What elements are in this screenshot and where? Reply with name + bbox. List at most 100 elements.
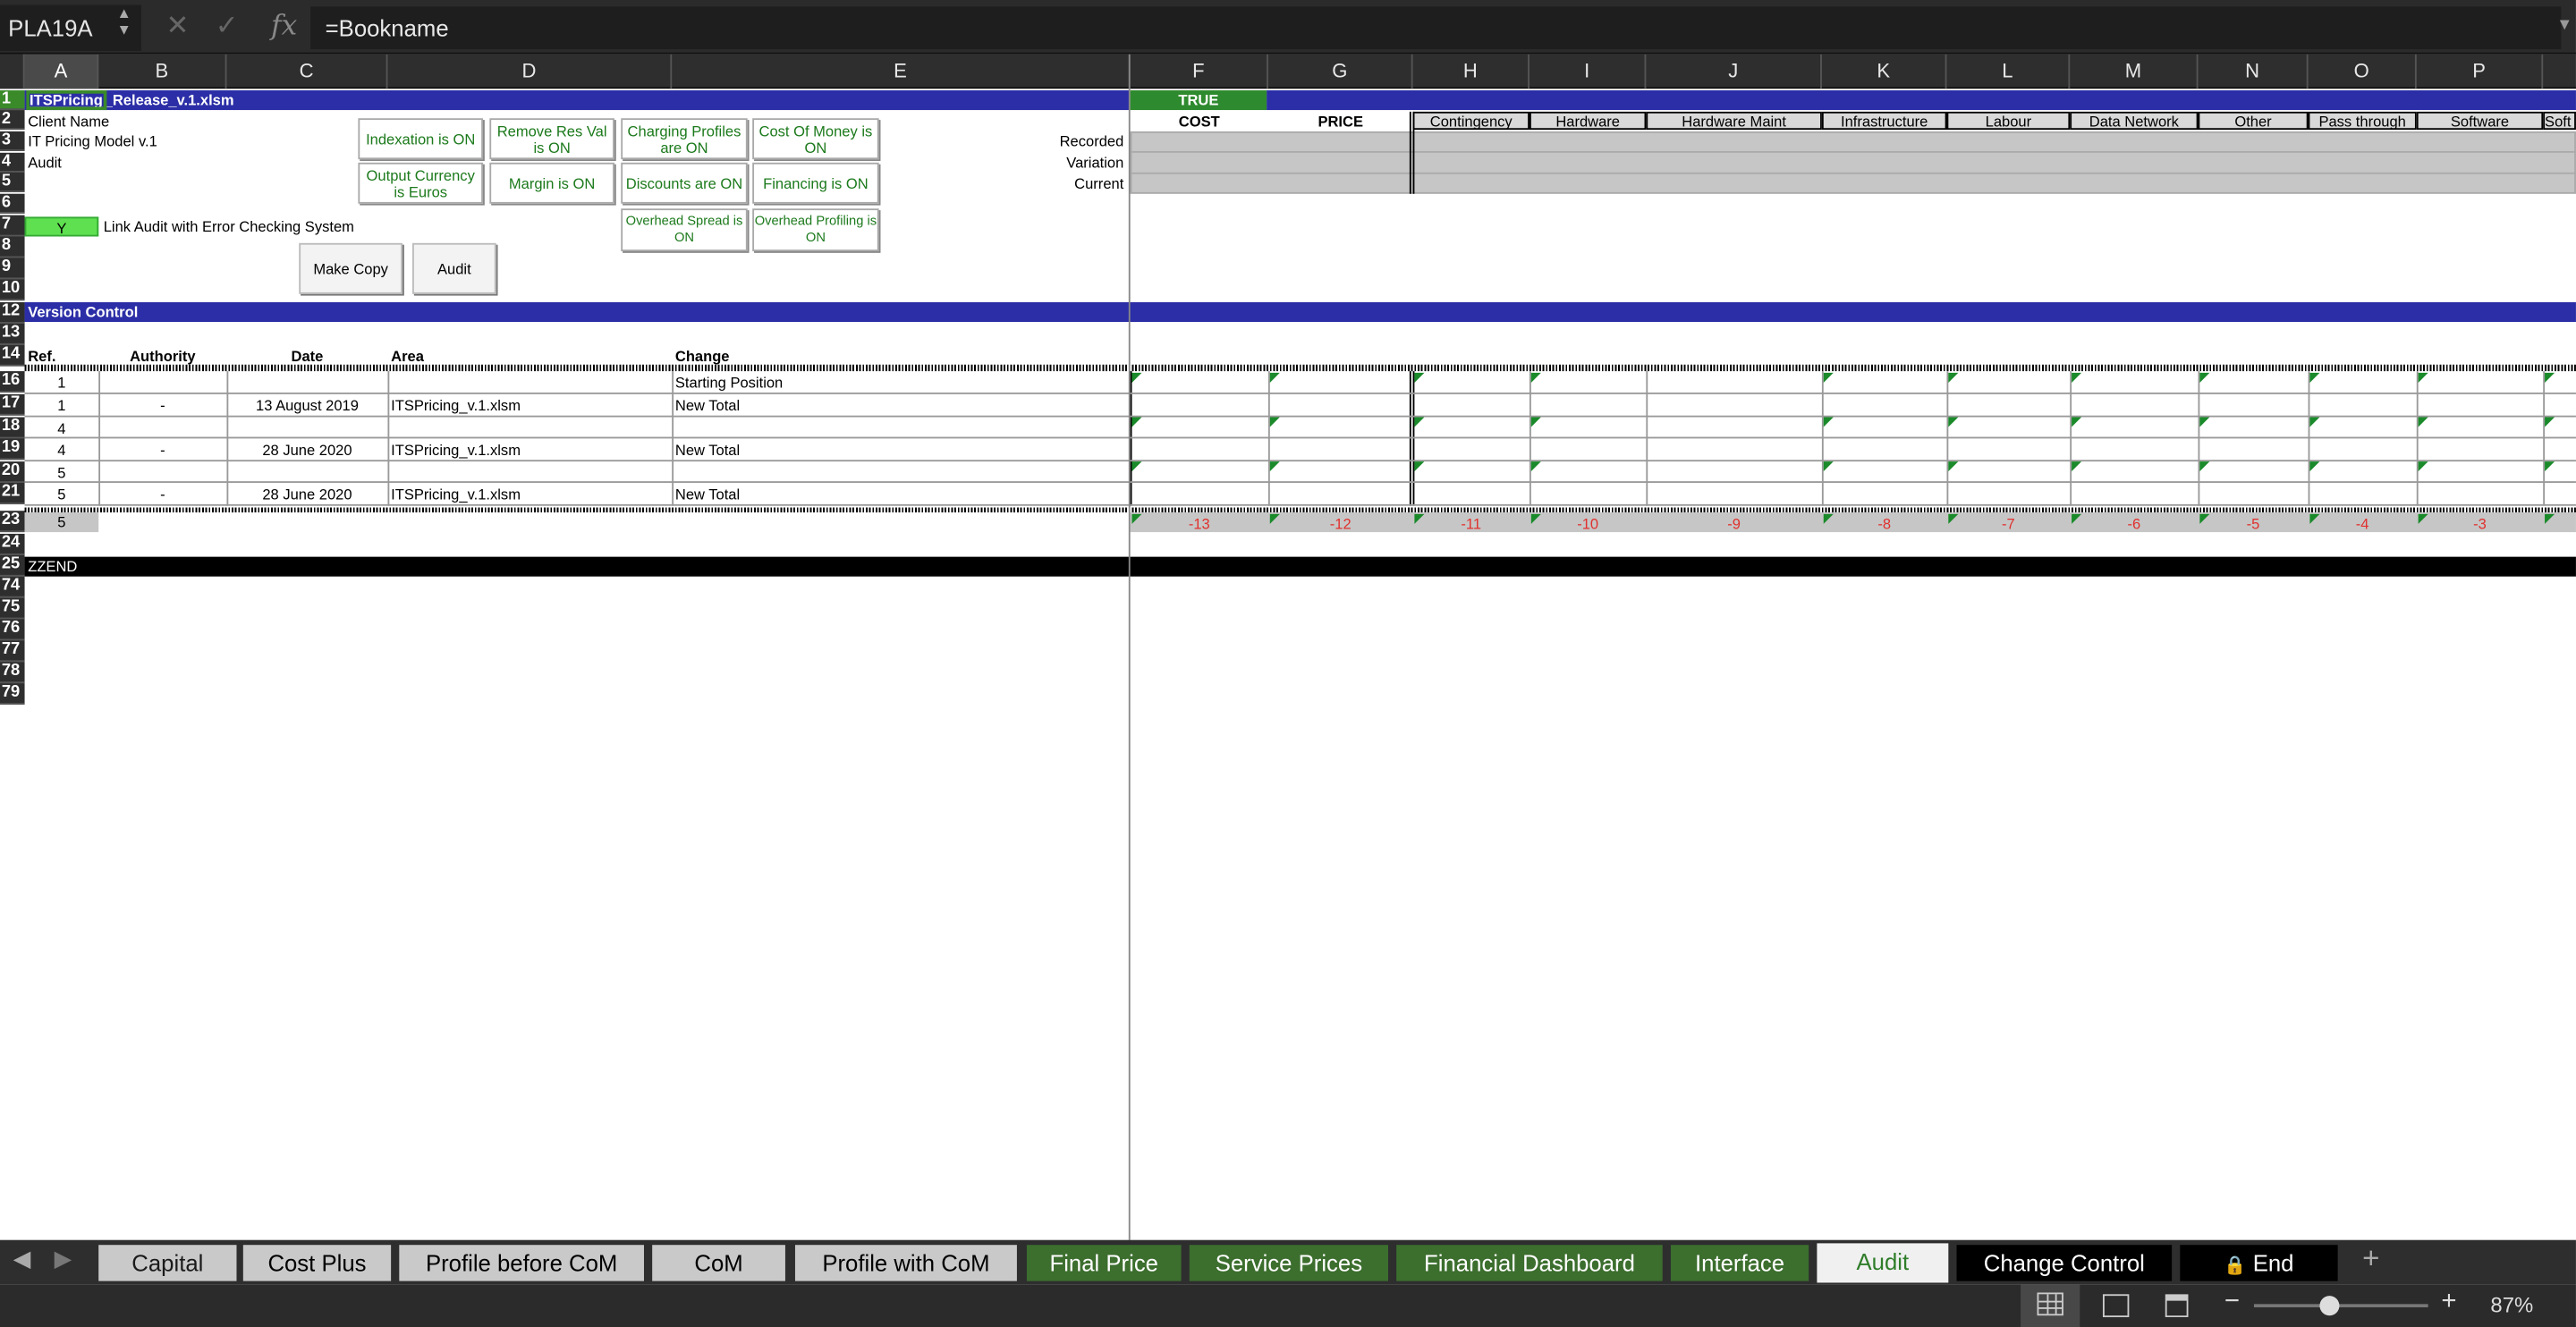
row-header[interactable]: 9	[0, 258, 25, 280]
true-flag-cell[interactable]: TRUE	[1130, 90, 1267, 111]
summary-values-block[interactable]	[1130, 131, 2576, 194]
row-header[interactable]: 75	[0, 597, 25, 620]
row-header[interactable]: 79	[0, 683, 25, 705]
column-header-a[interactable]: A	[24, 54, 99, 89]
tab-cost-plus[interactable]: Cost Plus	[242, 1245, 392, 1281]
zoom-slider[interactable]	[2253, 1296, 2428, 1316]
indexation-toggle-button[interactable]: Indexation is ON	[358, 118, 483, 160]
row-header[interactable]: 77	[0, 640, 25, 663]
row-header[interactable]: 3	[0, 131, 25, 151]
scroll-right-icon[interactable]: ▶	[55, 1245, 72, 1272]
offset-value[interactable]: -9	[1646, 516, 1822, 532]
vc-change[interactable]: New Total	[675, 485, 740, 504]
vc-ref[interactable]: 4	[25, 440, 99, 460]
row-header[interactable]: 4	[0, 152, 25, 173]
vc-ref[interactable]: 4	[25, 418, 99, 438]
row-header[interactable]: 7	[0, 215, 25, 237]
make-copy-button[interactable]: Make Copy	[299, 242, 402, 294]
tab-capital[interactable]: Capital	[98, 1245, 237, 1281]
offset-value[interactable]: -12	[1268, 516, 1413, 532]
row-header[interactable]: 8	[0, 236, 25, 258]
column-header-j[interactable]: J	[1646, 54, 1822, 89]
zoom-level[interactable]: 87%	[2490, 1292, 2533, 1317]
column-header-i[interactable]: I	[1530, 54, 1647, 89]
book-name-selected-cell[interactable]: ITSPricing	[26, 90, 106, 111]
column-header-q[interactable]	[2543, 55, 2576, 89]
name-box-stepper-icon[interactable]: ▲ ▼	[117, 5, 131, 38]
name-box[interactable]: PLA19A ▲ ▼	[0, 4, 141, 51]
offset-value[interactable]: -13	[1131, 516, 1268, 532]
audit-check-grid[interactable]	[1130, 371, 2576, 506]
vc-authority[interactable]: -	[98, 440, 226, 460]
row-header[interactable]: 17	[0, 393, 25, 416]
vc-date[interactable]: 28 June 2020	[226, 440, 387, 460]
column-header-p[interactable]: P	[2417, 54, 2544, 89]
remove-res-val-toggle-button[interactable]: Remove Res Val is ON	[489, 118, 614, 160]
model-name-cell[interactable]: IT Pricing Model v.1	[28, 131, 157, 151]
row-header[interactable]: 1	[0, 90, 25, 111]
scroll-left-icon[interactable]: ◀	[13, 1245, 31, 1272]
row-header[interactable]: 20	[0, 461, 25, 483]
financing-toggle-button[interactable]: Financing is ON	[752, 162, 879, 204]
audit-label-cell[interactable]: Audit	[28, 153, 62, 173]
cancel-icon[interactable]: ✕	[166, 10, 190, 43]
column-header-e[interactable]: E	[672, 54, 1131, 89]
offset-value[interactable]: -5	[2199, 516, 2309, 532]
vc-date[interactable]: 28 June 2020	[226, 485, 387, 504]
row-header[interactable]: 24	[0, 533, 25, 555]
tab-profile-with-com[interactable]: Profile with CoM	[794, 1245, 1017, 1281]
margin-toggle-button[interactable]: Margin is ON	[489, 162, 614, 204]
row-header[interactable]: 23	[0, 511, 25, 533]
column-header-g[interactable]: G	[1268, 54, 1413, 89]
charging-profiles-toggle-button[interactable]: Charging Profiles are ON	[621, 118, 748, 160]
column-header-d[interactable]: D	[387, 54, 673, 89]
column-header-c[interactable]: C	[226, 54, 388, 89]
expand-formula-icon[interactable]: ▼	[2556, 16, 2572, 34]
discounts-toggle-button[interactable]: Discounts are ON	[621, 162, 748, 204]
select-all-corner[interactable]	[0, 54, 25, 89]
overhead-spread-toggle-button[interactable]: Overhead Spread is ON	[621, 208, 748, 252]
offset-value[interactable]: -4	[2309, 516, 2417, 532]
row-header[interactable]: 21	[0, 482, 25, 504]
page-layout-icon[interactable]	[2102, 1294, 2130, 1318]
audit-button[interactable]: Audit	[412, 242, 496, 294]
tab-com[interactable]: CoM	[652, 1245, 785, 1281]
column-header-m[interactable]: M	[2070, 54, 2199, 89]
confirm-icon[interactable]: ✓	[216, 10, 239, 43]
column-header-b[interactable]: B	[98, 54, 227, 89]
vc-authority[interactable]: -	[98, 485, 226, 504]
vc-date[interactable]: 13 August 2019	[226, 396, 387, 416]
tab-interface[interactable]: Interface	[1670, 1245, 1809, 1281]
audit-flag-cell[interactable]: Y	[24, 216, 99, 237]
offset-value[interactable]: -11	[1413, 516, 1530, 532]
row-header[interactable]: 13	[0, 323, 25, 345]
page-break-icon[interactable]	[2165, 1294, 2189, 1318]
vc-change[interactable]: New Total	[675, 396, 740, 416]
vc-ref[interactable]: 5	[25, 485, 99, 504]
offset-value[interactable]: -8	[1822, 516, 1947, 532]
client-name-cell[interactable]: Client Name	[28, 112, 109, 131]
zoom-out-icon[interactable]: −	[2224, 1288, 2240, 1317]
tab-profile-before-com[interactable]: Profile before CoM	[399, 1245, 644, 1281]
tab-final-price[interactable]: Final Price	[1026, 1245, 1182, 1281]
add-sheet-icon[interactable]: +	[2362, 1242, 2379, 1277]
column-header-h[interactable]: H	[1413, 54, 1530, 89]
column-header-o[interactable]: O	[2309, 54, 2417, 89]
vc-authority[interactable]: -	[98, 396, 226, 416]
row-header[interactable]: 10	[0, 279, 25, 301]
zoom-slider-thumb[interactable]	[2319, 1296, 2340, 1316]
offset-value[interactable]: -7	[1946, 516, 2070, 532]
row-header[interactable]: 76	[0, 619, 25, 641]
tab-financial-dashboard[interactable]: Financial Dashboard	[1396, 1245, 1663, 1281]
vc-area[interactable]: ITSPricing_v.1.xlsm	[391, 485, 521, 504]
vc-ref[interactable]: 5	[25, 463, 99, 483]
row-header[interactable]: 14	[0, 344, 25, 367]
row-header[interactable]: 5	[0, 172, 25, 192]
offset-value[interactable]: -6	[2070, 516, 2198, 532]
column-header-k[interactable]: K	[1822, 54, 1947, 89]
tab-service-prices[interactable]: Service Prices	[1189, 1245, 1389, 1281]
tab-end[interactable]: 🔒 End	[2180, 1245, 2338, 1281]
row-header[interactable]: 16	[0, 371, 25, 393]
row-header[interactable]: 18	[0, 417, 25, 439]
vc-change[interactable]: Starting Position	[675, 373, 783, 393]
